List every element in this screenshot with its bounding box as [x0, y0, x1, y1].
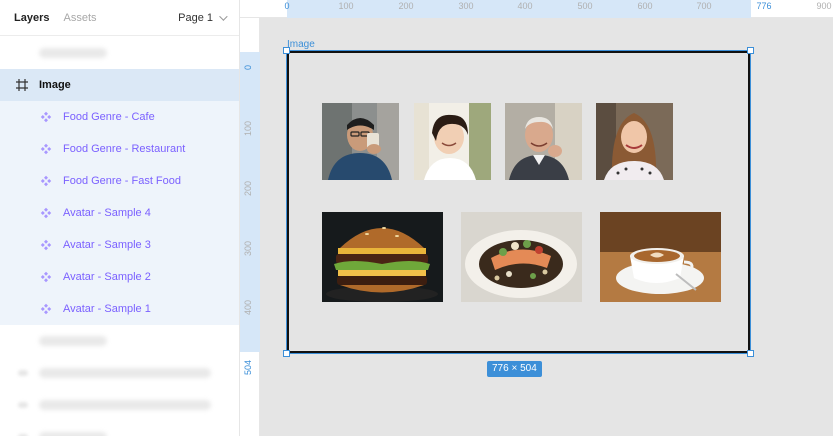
resize-handle-top-left[interactable]: [283, 47, 290, 54]
layer-row-hidden[interactable]: [0, 325, 239, 357]
layer-row-hidden[interactable]: [0, 37, 239, 69]
page-selector[interactable]: Page 1: [178, 11, 228, 24]
panel-header: Layers Assets Page 1: [0, 0, 239, 36]
ruler-tick: 200: [243, 180, 253, 196]
ruler-tick: 0: [243, 64, 253, 70]
image-frame[interactable]: [287, 51, 750, 353]
component-icon: [40, 111, 52, 123]
component-icon: [40, 175, 52, 187]
layer-row-component[interactable]: Food Genre - Fast Food: [0, 165, 239, 197]
avatar-sample-3-image[interactable]: [505, 103, 582, 180]
ruler-tick: 504: [243, 359, 253, 375]
layer-row-component[interactable]: Avatar - Sample 1: [0, 293, 239, 325]
layer-row-component[interactable]: Food Genre - Cafe: [0, 101, 239, 133]
ruler-tick: 100: [338, 1, 354, 11]
component-icon: [40, 271, 52, 283]
ruler-tick: 700: [696, 1, 712, 11]
ruler-tick: 0: [284, 1, 290, 11]
layer-row-component[interactable]: Food Genre - Restaurant: [0, 133, 239, 165]
ruler-tick: 300: [458, 1, 474, 11]
frame-icon: [16, 79, 28, 91]
tab-layers[interactable]: Layers: [14, 12, 49, 24]
resize-handle-bottom-right[interactable]: [747, 350, 754, 357]
avatar-sample-2-image[interactable]: [414, 103, 491, 180]
food-genre-cafe-image[interactable]: [600, 212, 721, 302]
layer-label: Food Genre - Cafe: [63, 111, 155, 123]
layer-row-component[interactable]: Avatar - Sample 4: [0, 197, 239, 229]
ruler-tick: 100: [243, 120, 253, 136]
layer-row-hidden[interactable]: [0, 389, 239, 421]
ruler-tick: 300: [243, 240, 253, 256]
component-icon: [40, 207, 52, 219]
layer-label: Avatar - Sample 2: [63, 271, 151, 283]
page-selector-label: Page 1: [178, 11, 213, 24]
layers-panel: Layers Assets Page 1 Image Food Genre - …: [0, 0, 240, 436]
ruler-tick: 776: [756, 1, 772, 11]
resize-handle-bottom-left[interactable]: [283, 350, 290, 357]
avatar-sample-4-image[interactable]: [596, 103, 673, 180]
ruler-tick: 400: [517, 1, 533, 11]
layer-row-hidden[interactable]: [0, 421, 239, 436]
layer-label: Image: [39, 79, 71, 91]
component-icon: [40, 143, 52, 155]
food-genre-restaurant-image[interactable]: [461, 212, 582, 302]
layer-row-image-frame[interactable]: Image: [0, 69, 239, 101]
ruler-tick: 500: [577, 1, 593, 11]
vertical-ruler: 0 100 200 300 400 504: [240, 18, 260, 436]
resize-handle-top-right[interactable]: [747, 47, 754, 54]
frame-size-badge: 776 × 504: [487, 361, 542, 377]
chevron-down-icon: [219, 11, 228, 21]
layer-row-component[interactable]: Avatar - Sample 3: [0, 229, 239, 261]
horizontal-ruler: 0 100 200 300 400 500 600 700 776 900: [240, 0, 833, 18]
layer-label: Food Genre - Restaurant: [63, 143, 186, 155]
component-icon: [40, 239, 52, 251]
layer-label: Avatar - Sample 3: [63, 239, 151, 251]
food-genre-fast-food-image[interactable]: [322, 212, 443, 302]
frame-title-label[interactable]: Image: [287, 39, 315, 50]
layer-row-hidden[interactable]: [0, 357, 239, 389]
ruler-tick: 900: [816, 1, 832, 11]
layer-row-component[interactable]: Avatar - Sample 2: [0, 261, 239, 293]
layer-label: Avatar - Sample 4: [63, 207, 151, 219]
tab-assets[interactable]: Assets: [63, 12, 96, 24]
ruler-tick: 200: [398, 1, 414, 11]
layer-label: Food Genre - Fast Food: [63, 175, 181, 187]
ruler-tick: 600: [637, 1, 653, 11]
component-icon: [40, 303, 52, 315]
avatar-sample-1-image[interactable]: [322, 103, 399, 180]
layer-label: Avatar - Sample 1: [63, 303, 151, 315]
ruler-tick: 400: [243, 299, 253, 315]
